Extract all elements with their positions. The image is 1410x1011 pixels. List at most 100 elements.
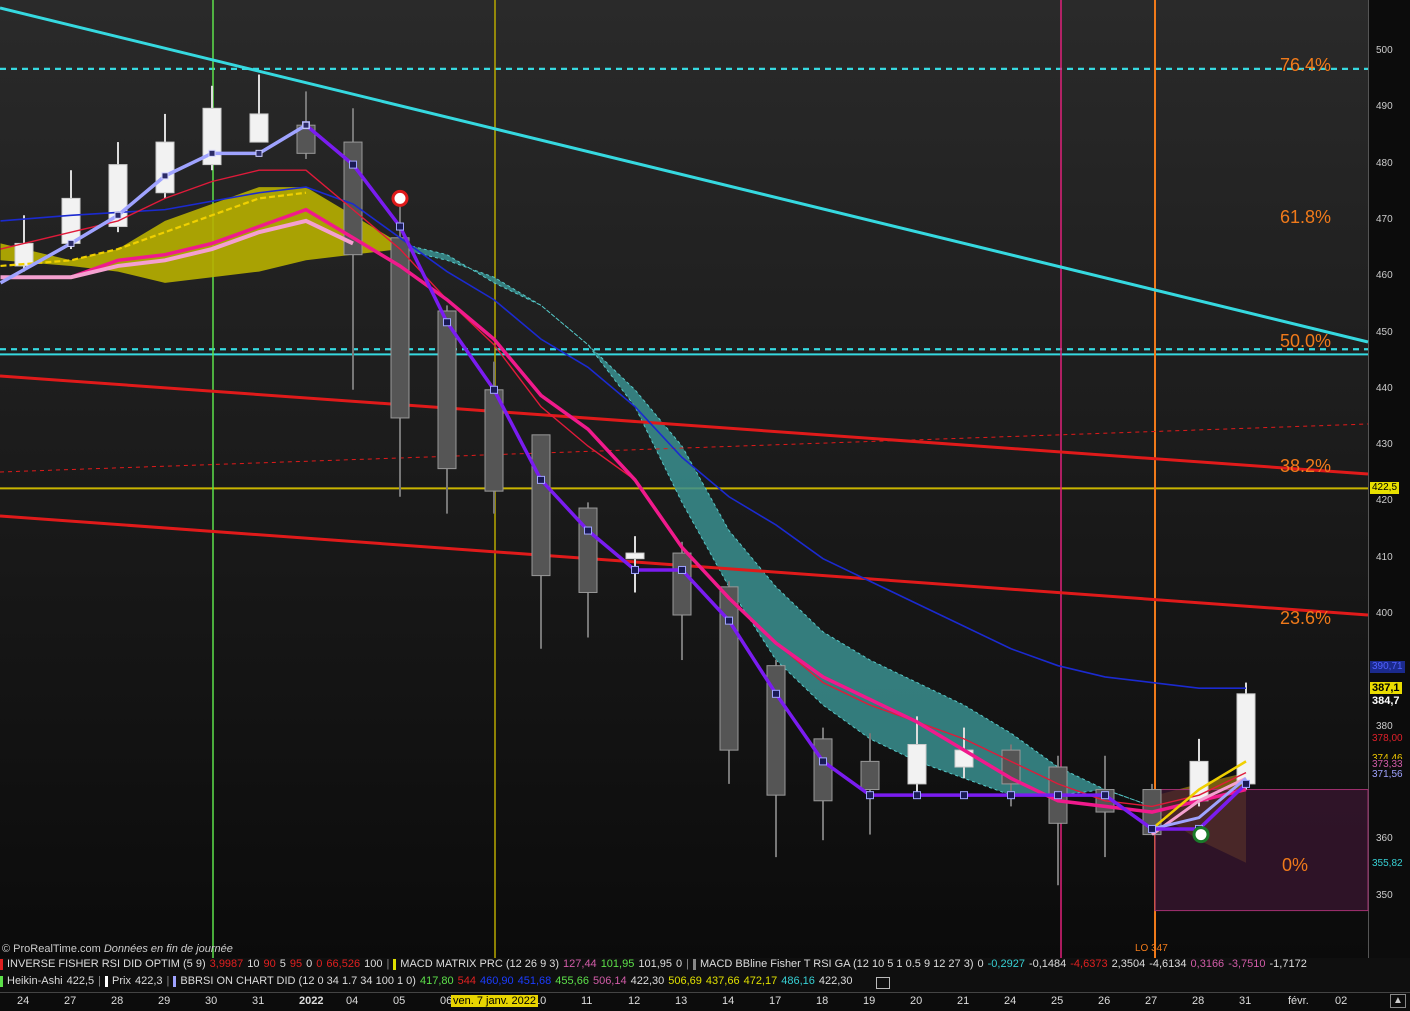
legend-separator: | <box>166 975 170 987</box>
indicator-color-swatch <box>173 975 177 987</box>
scroll-up-icon[interactable]: ▲ <box>1390 994 1406 1008</box>
date-tick-label: 21 <box>957 995 970 1007</box>
purple-line-marker <box>490 385 498 394</box>
date-cursor-highlight: ven. 7 janv. 2022 <box>451 995 538 1007</box>
price-tick-label: 470 <box>1376 213 1393 225</box>
indicator-color-swatch <box>0 958 3 970</box>
purple-line-marker <box>1054 791 1062 800</box>
indicator-value: 101,95 <box>600 958 635 970</box>
indicator-value: 66,526 <box>326 958 361 970</box>
indicator-value: 422,5 <box>66 975 95 987</box>
chart-svg[interactable] <box>0 0 1410 958</box>
purple-line-marker <box>537 475 545 484</box>
candle-body <box>155 141 175 194</box>
lavender-line-marker <box>302 121 310 129</box>
date-tick-label: 27 <box>64 995 77 1007</box>
candle-body <box>813 738 833 802</box>
purple-line-marker <box>396 222 404 231</box>
indicator-value: 100 <box>364 958 383 970</box>
candle-body <box>860 760 880 791</box>
candle-body <box>531 434 551 577</box>
price-tick-label: 350 <box>1376 889 1393 901</box>
indicator-value: 0 <box>306 958 313 970</box>
date-axis[interactable]: 2427282930312022040506071011121314171819… <box>0 992 1410 1011</box>
candle-body <box>1236 693 1256 785</box>
price-tick-label: 480 <box>1376 157 1393 169</box>
indicator-value: 472,17 <box>743 975 778 987</box>
indicator-legend-row-1[interactable]: INVERSE FISHER RSI DID OPTIM (5 9) 3,9987… <box>0 958 1320 974</box>
indicator-value: 101,95 <box>638 958 672 970</box>
indicator-value: 90 <box>263 958 276 970</box>
purple-line-marker <box>1242 779 1250 788</box>
lavender-line-marker <box>114 211 122 219</box>
purple-line-marker <box>1101 791 1109 800</box>
date-tick-label: 28 <box>1192 995 1205 1007</box>
indicator-value: 455,66 <box>555 975 589 987</box>
date-tick-label: 31 <box>252 995 265 1007</box>
fib-label: 23.6% <box>1280 607 1332 628</box>
candle-body <box>672 552 692 616</box>
price-tick-label: 450 <box>1376 326 1393 338</box>
date-tick-label: 05 <box>393 995 406 1007</box>
candle-body <box>249 113 269 143</box>
price-tick-label: 400 <box>1376 608 1393 619</box>
indicator-color-swatch <box>692 958 696 970</box>
date-tick-label: 29 <box>158 995 171 1007</box>
indicator-value: 10 <box>247 958 260 970</box>
pink-line <box>0 207 1247 814</box>
indicator-color-swatch <box>0 975 3 987</box>
fib-label: 50.0% <box>1280 330 1332 351</box>
indicator-value: 0,3166 <box>1190 958 1225 970</box>
indicator-color-swatch <box>393 958 397 970</box>
indicator-value: 460,90 <box>479 975 514 987</box>
date-tick-label: févr. <box>1288 995 1309 1007</box>
candle-body <box>437 310 457 470</box>
date-tick-label: 18 <box>816 995 829 1007</box>
credit-site: © ProRealTime.com <box>2 943 101 955</box>
purple-line-marker <box>866 791 874 800</box>
lavender-line-marker <box>208 149 216 157</box>
credit-text: © ProRealTime.com Données en fin de jour… <box>2 943 233 955</box>
purple-line-marker <box>772 689 780 698</box>
indicator-value: 437,66 <box>705 975 740 987</box>
fib-label: 38.2% <box>1280 455 1332 476</box>
date-tick-label: 2022 <box>299 995 324 1007</box>
fib-label: 61.8% <box>1280 207 1332 228</box>
indicator-value: BBRSI ON CHART DID (12 0 34 1.7 34 100 1… <box>180 975 416 987</box>
date-tick-label: 14 <box>722 995 735 1007</box>
restore-window-icon[interactable] <box>876 977 890 989</box>
indicator-value: 2,3504 <box>1111 958 1146 970</box>
date-tick-label: 04 <box>346 995 359 1007</box>
indicator-value: 486,16 <box>781 975 815 987</box>
indicator-value: -0,2927 <box>987 958 1025 970</box>
purple-line-marker <box>1007 791 1015 800</box>
purple-line-marker <box>819 757 827 766</box>
date-tick-label: 28 <box>111 995 124 1007</box>
lavender-line-marker <box>255 149 263 157</box>
date-tick-label: 30 <box>205 995 218 1007</box>
indicator-value: 3,9987 <box>209 958 244 970</box>
legend-separator: | <box>98 975 102 987</box>
purple-line-marker <box>678 565 686 574</box>
indicator-value: 127,44 <box>563 958 597 970</box>
candle-body <box>907 743 927 785</box>
indicator-value: 417,80 <box>419 975 454 987</box>
date-tick-label: 17 <box>769 995 782 1007</box>
indicator-legend-row-2[interactable]: Heikin-Ashi 422,5 | Prix 422,3 | BBRSI ON CHAR… <box>0 975 870 991</box>
indicator-value: 0 <box>676 958 683 970</box>
indicator-value: 422,3 <box>134 975 163 987</box>
purple-line-marker <box>1148 824 1156 833</box>
sell-signal-marker <box>391 189 409 207</box>
price-tag: 422,5 <box>1370 482 1400 495</box>
candle-body <box>578 507 598 593</box>
indicator-value: -0,1484 <box>1028 958 1067 970</box>
indicator-value: INVERSE FISHER RSI DID OPTIM (5 9) <box>7 958 206 970</box>
indicator-value: 5 <box>279 958 286 970</box>
price-tag: 384,7 <box>1370 695 1402 708</box>
date-tick-label: 27 <box>1145 995 1158 1007</box>
date-tick-label: 02 <box>1335 995 1348 1007</box>
price-tick-label: 500 <box>1376 45 1393 56</box>
price-tick-label: 360 <box>1376 833 1393 845</box>
legend-separator: | <box>386 958 390 970</box>
purple-line-marker <box>725 616 733 625</box>
